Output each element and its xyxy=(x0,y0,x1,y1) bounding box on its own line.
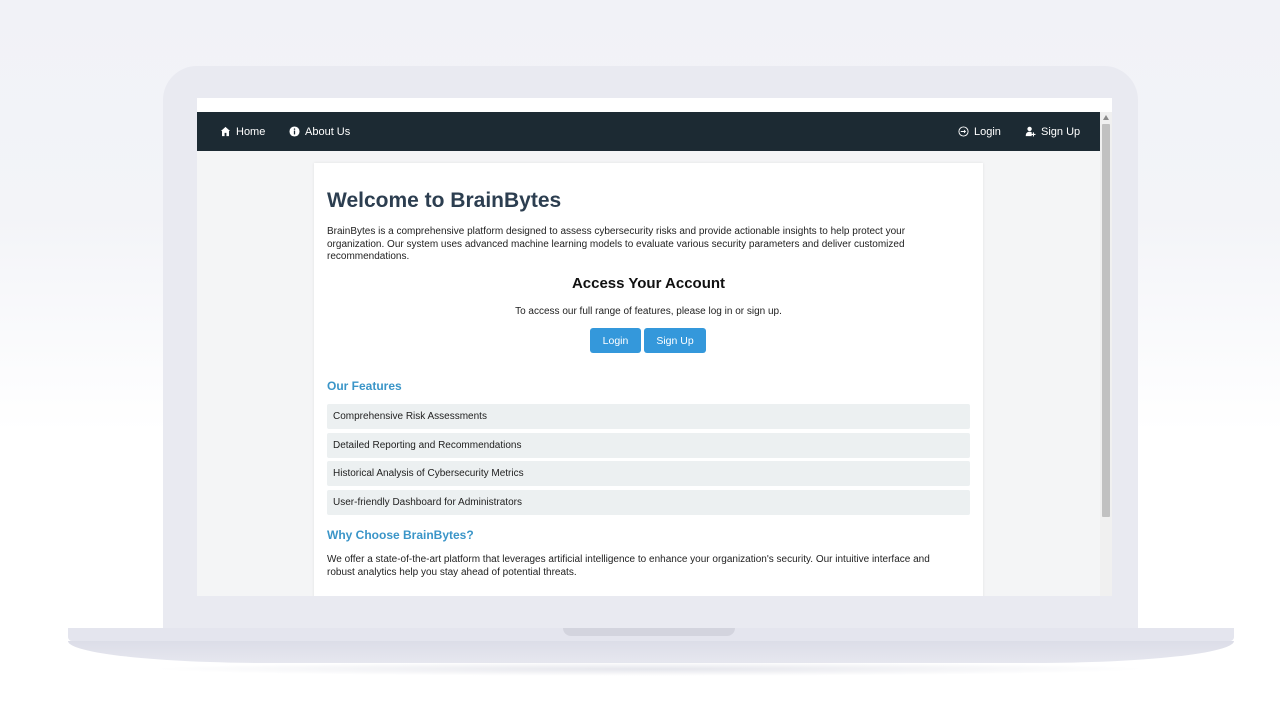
intro-paragraph: BrainBytes is a comprehensive platform d… xyxy=(327,226,906,262)
nav-home-link[interactable]: Home xyxy=(220,126,265,138)
access-account-heading: Access Your Account xyxy=(571,275,726,292)
scroll-up-arrow-icon[interactable] xyxy=(1103,115,1109,120)
features-heading: Our Features xyxy=(327,379,402,393)
nav-about-link[interactable]: About Us xyxy=(289,126,350,138)
nav-about-label: About Us xyxy=(305,125,351,138)
scroll-thumb[interactable] xyxy=(1102,124,1110,517)
user-plus-icon xyxy=(1025,126,1036,137)
browser-viewport: Home About Us Login Sign Up Welcome to B… xyxy=(197,98,1112,596)
feature-item: Comprehensive Risk Assessments xyxy=(327,404,970,429)
nav-home-label: Home xyxy=(236,125,266,138)
info-icon xyxy=(289,126,300,137)
why-choose-heading: Why Choose BrainBytes? xyxy=(327,528,474,542)
laptop-notch xyxy=(563,628,735,636)
navbar: Home About Us Login Sign Up xyxy=(197,112,1100,151)
nav-login-link[interactable]: Login xyxy=(958,126,1001,138)
laptop-base-bottom xyxy=(68,641,1234,663)
nav-signup-link[interactable]: Sign Up xyxy=(1025,126,1080,138)
home-icon xyxy=(220,126,231,137)
viewport-top-strip xyxy=(197,98,1112,112)
feature-item: Historical Analysis of Cybersecurity Met… xyxy=(327,461,970,486)
access-account-text: To access our full range of features, pl… xyxy=(515,306,782,317)
laptop-shadow xyxy=(150,662,1150,676)
why-choose-paragraph: We offer a state-of-the-art platform tha… xyxy=(327,554,930,578)
signup-button[interactable]: Sign Up xyxy=(644,328,706,353)
login-icon xyxy=(958,126,969,137)
page-title: Welcome to BrainBytes xyxy=(327,189,562,212)
nav-signup-label: Sign Up xyxy=(1041,125,1081,138)
feature-item: Detailed Reporting and Recommendations xyxy=(327,433,970,458)
feature-item: User-friendly Dashboard for Administrato… xyxy=(327,490,970,515)
nav-login-label: Login xyxy=(974,125,1001,138)
main-content-card: Welcome to BrainBytes BrainBytes is a co… xyxy=(314,163,983,596)
vertical-scrollbar[interactable] xyxy=(1100,112,1112,596)
login-button[interactable]: Login xyxy=(590,328,641,353)
